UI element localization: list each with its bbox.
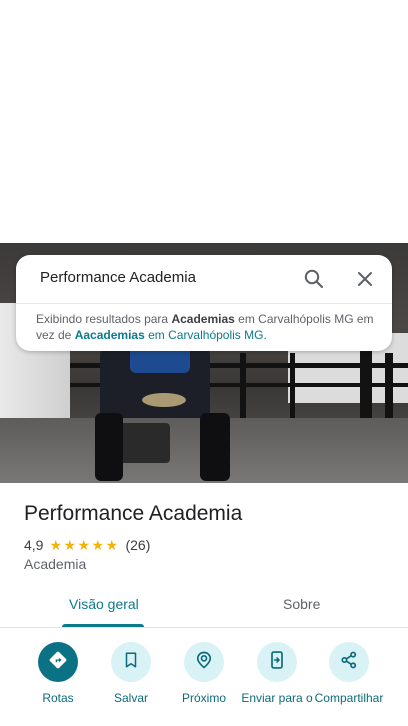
- nearby-icon: [194, 650, 214, 675]
- save-button[interactable]: Salvar: [91, 636, 171, 706]
- tab-about[interactable]: Sobre: [283, 596, 320, 612]
- bookmark-icon: [122, 651, 140, 674]
- map-area[interactable]: [0, 0, 408, 243]
- place-title: Performance Academia: [24, 502, 243, 525]
- rating-value: 4,9: [24, 537, 44, 553]
- tab-bar: Visão geral Sobre: [0, 586, 408, 628]
- star-rating: ★ ★ ★ ★ ★: [49, 538, 119, 552]
- search-bar[interactable]: Performance Academia: [16, 255, 392, 303]
- tab-overview[interactable]: Visão geral: [69, 596, 139, 612]
- nearby-label: Próximo: [181, 691, 226, 705]
- star-icon: ★: [77, 537, 91, 553]
- review-count[interactable]: (26): [125, 537, 150, 553]
- search-query[interactable]: Performance Academia: [40, 269, 196, 286]
- spelling-suggestion: Exibindo resultados para Academias em Ca…: [36, 312, 374, 342]
- send-to-phone-label: Enviar para o: [241, 691, 313, 705]
- star-icon: ★: [63, 537, 77, 553]
- action-bar: Rotas Salvar Próximo Enviar para o Compa…: [0, 636, 408, 726]
- place-category: Academia: [24, 556, 87, 572]
- directions-icon: [47, 649, 69, 676]
- save-label: Salvar: [113, 691, 148, 705]
- directions-button[interactable]: Rotas: [18, 636, 98, 706]
- share-button[interactable]: Compartilhar: [309, 636, 389, 706]
- share-icon: [339, 650, 359, 675]
- search-card: Performance Academia Exibindo resultados…: [16, 255, 392, 351]
- share-label: Compartilhar: [314, 691, 384, 705]
- divider: [16, 303, 392, 304]
- star-icon: ★: [49, 537, 63, 553]
- send-to-phone-icon: [267, 650, 287, 675]
- search-icon[interactable]: [302, 267, 326, 291]
- close-icon[interactable]: [353, 267, 377, 291]
- send-to-phone-button[interactable]: Enviar para o: [237, 636, 317, 706]
- original-search-link[interactable]: Aacademias em Carvalhópolis MG.: [75, 328, 267, 342]
- directions-label: Rotas: [42, 691, 74, 705]
- suggested-term: Academias: [171, 312, 235, 326]
- nearby-button[interactable]: Próximo: [164, 636, 244, 706]
- rating-row[interactable]: 4,9 ★ ★ ★ ★ ★ (26): [24, 536, 150, 554]
- star-icon: ★: [91, 537, 105, 553]
- active-tab-indicator: [62, 624, 144, 627]
- maps-place-screen: Performance Academia Exibindo resultados…: [0, 0, 408, 726]
- star-icon: ★: [105, 537, 119, 553]
